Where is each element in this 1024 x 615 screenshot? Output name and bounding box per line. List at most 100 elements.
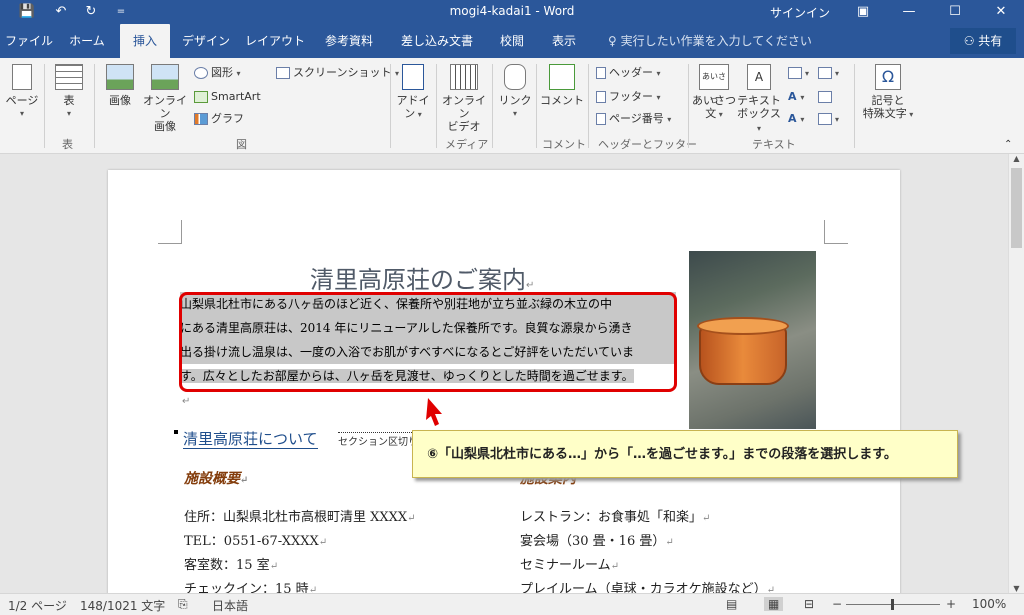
date-time-button[interactable] xyxy=(818,88,835,106)
quick-parts-button[interactable]: ▾ xyxy=(788,64,809,82)
selection-highlight-box xyxy=(179,292,677,392)
comment-button[interactable]: コメント xyxy=(540,64,584,107)
word-count[interactable]: 148/1021 文字 xyxy=(80,597,165,614)
greeting-button[interactable]: あいさつ あいさつ 文 ▾ xyxy=(692,64,736,121)
tab-layout[interactable]: レイアウト xyxy=(244,24,306,58)
language-indicator[interactable]: 日本語 xyxy=(212,597,248,614)
zoom-slider-thumb[interactable] xyxy=(891,599,894,610)
wordart-icon: A xyxy=(788,90,797,103)
scroll-down-icon[interactable]: ▼ xyxy=(1009,584,1024,593)
right-item[interactable]: プレイルーム（卓球・カラオケ施設など）↵ xyxy=(520,578,775,593)
group-illustrations-label: 図 xyxy=(236,138,247,151)
dropcap-button[interactable]: A ▾ xyxy=(788,110,804,128)
footer-button[interactable]: フッター ▾ xyxy=(596,88,661,106)
tab-view[interactable]: 表示 xyxy=(542,24,586,58)
share-button[interactable]: ⚇ 共有 xyxy=(950,28,1016,54)
proofing-icon[interactable]: ⎘ xyxy=(178,597,188,612)
signature-button[interactable]: ▾ xyxy=(818,64,839,82)
screenshot-icon xyxy=(276,67,290,79)
group-header-footer-label: ヘッダーとフッター xyxy=(598,138,697,151)
left-item[interactable]: チェックイン：15 時↵ xyxy=(184,578,317,593)
page-number-button[interactable]: ページ番号 ▾ xyxy=(596,110,671,128)
signature-icon xyxy=(818,67,832,79)
zoom-in-icon[interactable]: + xyxy=(946,597,956,611)
wooden-tub-rim-shape xyxy=(697,317,789,335)
title-bar: 💾 ↶ ↻ = mogi4-kadai1 - Word サインイン ▣ — ☐ … xyxy=(0,0,1024,24)
shapes-button[interactable]: 図形 ▾ xyxy=(194,64,241,82)
symbol-button[interactable]: Ω 記号と 特殊文字 ▾ xyxy=(858,64,918,121)
share-label: 共有 xyxy=(978,34,1003,48)
group-text-label: テキスト xyxy=(752,138,796,151)
header-icon xyxy=(596,67,606,79)
tab-review[interactable]: 校閲 xyxy=(490,24,534,58)
footer-icon xyxy=(596,91,606,103)
web-layout-icon[interactable]: ⊟ xyxy=(804,597,814,611)
link-button[interactable]: リンク ▾ xyxy=(498,64,532,120)
left-item[interactable]: TEL：0551-67-XXXX↵ xyxy=(184,530,327,549)
vertical-scrollbar[interactable]: ▲ ▼ xyxy=(1008,154,1024,593)
symbol-label-2: 特殊文字 xyxy=(862,107,907,120)
header-button[interactable]: ヘッダー ▾ xyxy=(596,64,661,82)
tab-references[interactable]: 参考資料 xyxy=(316,24,382,58)
table-button[interactable]: 表 ▾ xyxy=(52,64,86,120)
page-number-label: ページ番号 xyxy=(609,112,664,125)
object-icon xyxy=(818,113,832,125)
chart-button[interactable]: グラフ xyxy=(194,110,244,128)
left-item[interactable]: 住所：山梨県北杜市高根町清里 XXXX↵ xyxy=(184,506,416,525)
scroll-up-icon[interactable]: ▲ xyxy=(1009,154,1024,163)
symbol-label-1: 記号と xyxy=(871,94,905,107)
read-mode-icon[interactable]: ▤ xyxy=(726,597,737,611)
comment-icon xyxy=(549,64,575,90)
picture-icon xyxy=(106,64,134,90)
textbox-button[interactable]: A テキスト ボックス ▾ xyxy=(736,64,782,135)
store-icon xyxy=(402,64,424,90)
table-label: 表 xyxy=(63,94,75,107)
picture-button[interactable]: 画像 xyxy=(100,64,140,107)
section-heading[interactable]: 清里高原荘について xyxy=(183,428,318,449)
comment-label: コメント xyxy=(540,94,584,107)
tab-home[interactable]: ホーム xyxy=(62,24,112,58)
document-title[interactable]: 清里高原荘のご案内↵ xyxy=(310,260,534,295)
group-media-label: メディア xyxy=(445,138,489,151)
tab-file[interactable]: ファイル xyxy=(4,24,54,58)
left-item[interactable]: 客室数：15 室↵ xyxy=(184,554,278,573)
zoom-level[interactable]: 100% xyxy=(972,597,1006,611)
chart-icon xyxy=(194,113,208,125)
online-pictures-button[interactable]: オンライン 画像 xyxy=(140,64,190,133)
page-count[interactable]: 1/2 ページ xyxy=(8,597,67,614)
scroll-thumb[interactable] xyxy=(1011,168,1022,248)
minimize-icon[interactable]: — xyxy=(898,2,920,22)
object-button[interactable]: ▾ xyxy=(818,110,839,128)
facility-overview-heading[interactable]: 施設概要↵ xyxy=(184,468,248,488)
ribbon-display-options-icon[interactable]: ▣ xyxy=(852,2,874,22)
chart-label: グラフ xyxy=(211,112,244,125)
zoom-out-icon[interactable]: − xyxy=(832,597,842,611)
tell-me-search[interactable]: ♀ 実行したい作業を入力してください xyxy=(608,24,812,58)
close-icon[interactable]: ✕ xyxy=(990,2,1012,22)
smartart-button[interactable]: SmartArt xyxy=(194,88,261,106)
pages-button[interactable]: ページ ▾ xyxy=(4,64,40,120)
wordart-button[interactable]: A ▾ xyxy=(788,88,804,106)
smartart-icon xyxy=(194,91,208,103)
right-item[interactable]: レストラン：お食事処「和楽」↵ xyxy=(520,506,710,525)
maximize-icon[interactable]: ☐ xyxy=(944,2,966,22)
link-icon xyxy=(504,64,526,90)
page-number-icon xyxy=(596,113,606,125)
signin-link[interactable]: サインイン xyxy=(770,4,830,21)
quick-parts-icon xyxy=(788,67,802,79)
online-video-label-2: ビデオ xyxy=(447,120,481,133)
online-picture-icon xyxy=(151,64,179,90)
right-item[interactable]: セミナールーム↵ xyxy=(520,554,619,573)
right-item[interactable]: 宴会場（30 畳・16 畳）↵ xyxy=(520,530,674,549)
textbox-icon: A xyxy=(747,64,771,90)
print-layout-icon[interactable]: ▦ xyxy=(764,597,784,611)
addins-button[interactable]: アドイ ン ▾ xyxy=(396,64,430,121)
online-video-button[interactable]: オンライン ビデオ xyxy=(440,64,488,133)
tab-insert[interactable]: 挿入 xyxy=(120,24,170,58)
ribbon-tabs: ファイル ホーム 挿入 デザイン レイアウト 参考資料 差し込み文書 校閲 表示… xyxy=(0,24,1024,58)
collapse-ribbon-icon[interactable]: ⌃ xyxy=(1004,136,1012,154)
tab-mailings[interactable]: 差し込み文書 xyxy=(392,24,482,58)
page-icon xyxy=(12,64,32,90)
screenshot-button[interactable]: スクリーンショット ▾ xyxy=(276,64,399,82)
tab-design[interactable]: デザイン xyxy=(178,24,234,58)
